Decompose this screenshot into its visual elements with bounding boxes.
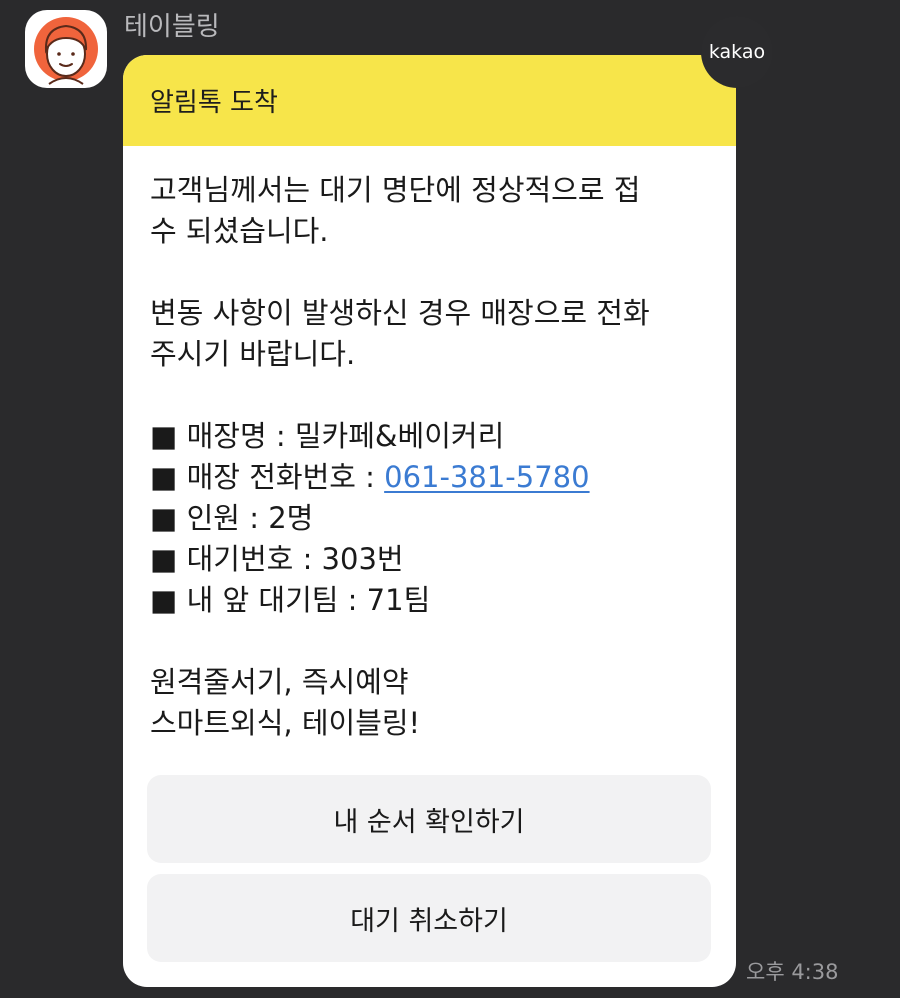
bullet-square-icon: ■ — [150, 460, 178, 494]
slogan-line: 원격줄서기, 즉시예약 — [150, 665, 409, 699]
info-party-size: ■ 인원 : 2명 — [150, 501, 314, 535]
bullet-square-icon: ■ — [150, 583, 178, 617]
message-body-line: 고객님께서는 대기 명단에 정상적으로 접 — [150, 173, 641, 207]
message-body: 고객님께서는 대기 명단에 정상적으로 접 수 되셨습니다. 변동 사항이 발생… — [123, 146, 736, 744]
kakao-badge: kakao — [701, 16, 773, 88]
bullet-square-icon: ■ — [150, 542, 178, 576]
message-header-title: 알림톡 도착 — [150, 88, 278, 118]
cancel-wait-button[interactable]: 대기 취소하기 — [147, 874, 711, 962]
message-timestamp: 오후 4:38 — [746, 960, 839, 984]
info-store-phone: ■ 매장 전화번호 : 061-381-5780 — [150, 460, 590, 494]
cartoon-person-avatar-icon — [34, 17, 98, 85]
sender-avatar[interactable] — [25, 10, 107, 88]
info-teams-ahead: ■ 내 앞 대기팀 : 71팀 — [150, 583, 431, 617]
sender-name: 테이블링 — [124, 12, 220, 42]
message-body-line: 수 되셨습니다. — [150, 214, 329, 248]
message-header: 알림톡 도착 — [123, 55, 736, 146]
slogan-line: 스마트외식, 테이블링! — [150, 706, 421, 740]
info-store-name: ■ 매장명 : 밀카페&베이커리 — [150, 419, 505, 453]
message-body-line: 주시기 바랍니다. — [150, 337, 356, 371]
message-body-line: 변동 사항이 발생하신 경우 매장으로 전화 — [150, 296, 650, 330]
store-phone-link[interactable]: 061-381-5780 — [384, 460, 589, 494]
info-wait-number: ■ 대기번호 : 303번 — [150, 542, 404, 576]
bullet-square-icon: ■ — [150, 501, 178, 535]
check-order-button[interactable]: 내 순서 확인하기 — [147, 775, 711, 863]
message-bubble: 알림톡 도착 고객님께서는 대기 명단에 정상적으로 접 수 되셨습니다. 변동… — [123, 55, 736, 987]
bullet-square-icon: ■ — [150, 419, 178, 453]
